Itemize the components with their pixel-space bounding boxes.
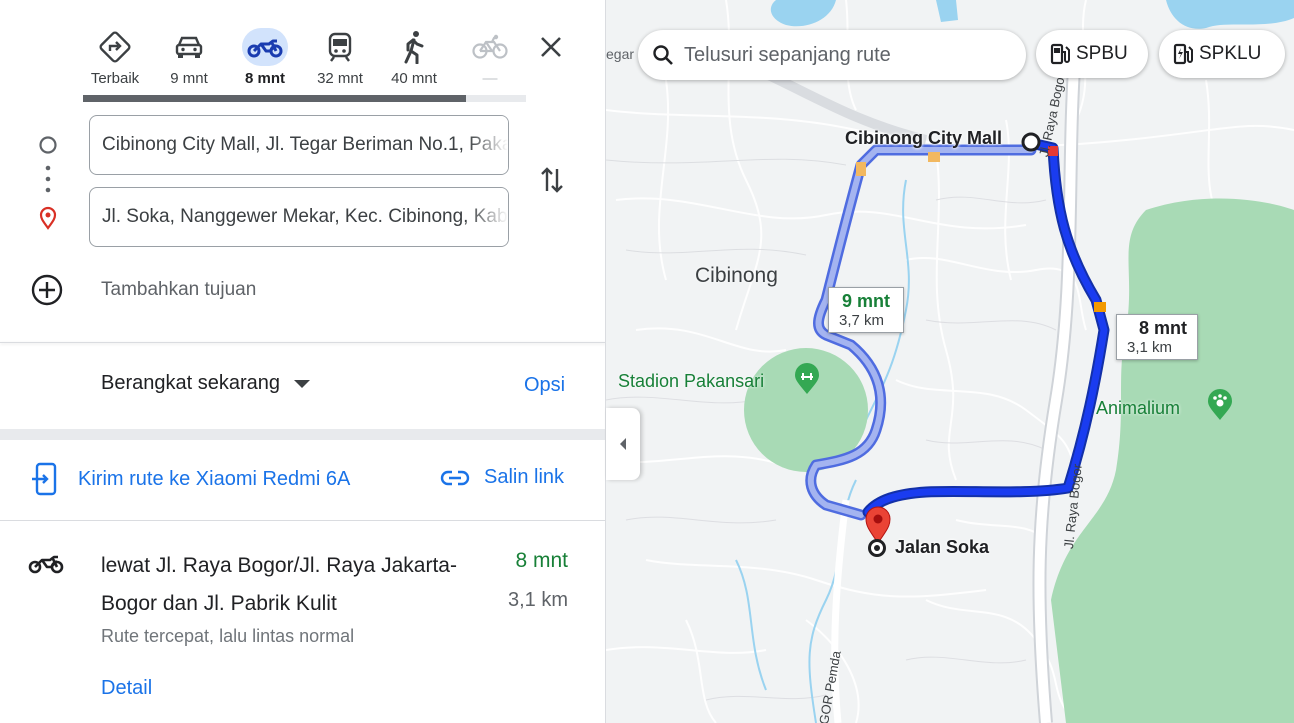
stadium-poi-icon[interactable] [793, 362, 821, 401]
ev-charging-icon [1173, 43, 1193, 65]
route-detail-link[interactable]: Detail [101, 677, 152, 700]
close-icon [541, 37, 561, 57]
copy-link-label: Salin link [484, 466, 565, 488]
add-destination-label: Tambahkan tujuan [101, 279, 257, 300]
map-canvas[interactable]: egar Cibinong Stadion Pakansari Animaliu… [606, 0, 1294, 723]
link-icon [440, 470, 470, 485]
route-search-placeholder: Telusuri sepanjang rute [684, 43, 891, 66]
map-label-city: Cibinong [695, 264, 778, 287]
mode-scroll-track[interactable] [83, 95, 526, 102]
depart-label: Berangkat sekarang [101, 372, 281, 394]
route-search-input[interactable]: Telusuri sepanjang rute [638, 30, 1026, 80]
section-divider [0, 429, 605, 440]
motorcycle-icon [242, 28, 288, 66]
collapse-panel-button[interactable] [606, 408, 640, 480]
copy-link-button[interactable]: Salin link [440, 466, 564, 489]
directions-diamond-icon [92, 28, 138, 66]
map-base [606, 0, 1294, 723]
alt-route-time: 9 mnt [841, 291, 890, 311]
search-icon [653, 45, 673, 65]
route-description[interactable]: lewat Jl. Raya Bogor/Jl. Raya Jakarta-Bo… [101, 547, 481, 623]
animalium-poi-icon[interactable] [1206, 388, 1234, 427]
alt-route-distance: 3,7 km [839, 312, 885, 329]
route-duration: 8 mnt [515, 549, 568, 572]
alt-route-callout[interactable]: 9 mnt 3,7 km [828, 287, 904, 333]
mode-scroll-thumb[interactable] [83, 95, 466, 102]
chip-spklu-label: SPKLU [1199, 43, 1262, 64]
caret-down-icon [294, 379, 311, 388]
destination-pin-icon [38, 206, 58, 235]
main-route-callout[interactable]: 8 mnt 3,1 km [1116, 314, 1198, 360]
mode-best-label: Terbaik [90, 70, 140, 87]
walking-person-icon [391, 28, 437, 66]
swap-arrows-icon [541, 167, 563, 193]
route-distance: 3,1 km [507, 589, 568, 611]
chip-spbu[interactable]: SPBU [1036, 30, 1148, 78]
swap-origin-destination-button[interactable] [532, 160, 572, 200]
mode-transit[interactable]: 32 mnt [305, 28, 375, 87]
mode-motorcycle[interactable]: 8 mnt [230, 28, 300, 87]
caret-left-icon [620, 438, 626, 450]
add-circle-icon [31, 274, 63, 306]
mode-walk[interactable]: 40 mnt [379, 28, 449, 87]
depart-time-dropdown[interactable]: Berangkat sekarang [101, 372, 311, 395]
mode-car[interactable]: 9 mnt [154, 28, 224, 87]
divider [0, 342, 605, 343]
options-button[interactable]: Opsi [524, 374, 565, 397]
destination-value: Jl. Soka, Nanggewer Mekar, Kec. Cibinong… [102, 206, 508, 227]
destination-marker-label: Jalan Soka [895, 537, 990, 557]
origin-marker-label: Cibinong City Mall [845, 128, 1002, 148]
mode-motorcycle-label: 8 mnt [244, 70, 285, 87]
car-icon [166, 28, 212, 66]
train-icon [317, 28, 363, 66]
route-dots-icon [44, 164, 52, 201]
chip-spklu[interactable]: SPKLU [1159, 30, 1285, 78]
mode-best[interactable]: Terbaik [80, 28, 150, 87]
origin-marker-icon[interactable] [1020, 131, 1042, 158]
origin-input[interactable]: Cibinong City Mall, Jl. Tegar Beriman No… [89, 115, 509, 175]
chip-spbu-label: SPBU [1076, 43, 1128, 64]
map-label-stadium[interactable]: Stadion Pakansari [618, 371, 764, 392]
send-to-phone-icon [32, 462, 57, 496]
divider [0, 520, 605, 521]
main-route-time: 8 mnt [1138, 318, 1187, 338]
close-directions-button[interactable] [530, 26, 572, 68]
mode-bicycle[interactable]: — [455, 28, 525, 87]
destination-dot-icon [867, 538, 887, 563]
directions-panel: Terbaik 9 mnt 8 mnt 32 mnt 40 mnt — Cibi… [0, 0, 606, 723]
origin-circle-icon [38, 135, 58, 160]
main-route-distance: 3,1 km [1127, 339, 1173, 356]
map-label-animalium[interactable]: Animalium [1096, 398, 1180, 419]
motorcycle-icon [27, 550, 65, 581]
route-traffic-note: Rute tercepat, lalu lintas normal [101, 626, 355, 646]
mode-car-label: 9 mnt [170, 70, 208, 87]
gas-station-icon [1050, 43, 1070, 65]
mode-bicycle-label: — [482, 70, 498, 87]
send-to-device-label: Kirim rute ke Xiaomi Redmi 6A [78, 467, 351, 490]
send-to-device-link[interactable]: Kirim rute ke Xiaomi Redmi 6A [32, 462, 350, 496]
mode-walk-label: 40 mnt [391, 70, 437, 87]
bicycle-icon [467, 28, 513, 66]
add-destination-button[interactable]: Tambahkan tujuan [30, 270, 256, 310]
mode-transit-label: 32 mnt [317, 70, 363, 87]
map-label-edge: egar [606, 46, 635, 62]
origin-value: Cibinong City Mall, Jl. Tegar Beriman No… [102, 134, 509, 155]
destination-input[interactable]: Jl. Soka, Nanggewer Mekar, Kec. Cibinong… [89, 187, 509, 247]
